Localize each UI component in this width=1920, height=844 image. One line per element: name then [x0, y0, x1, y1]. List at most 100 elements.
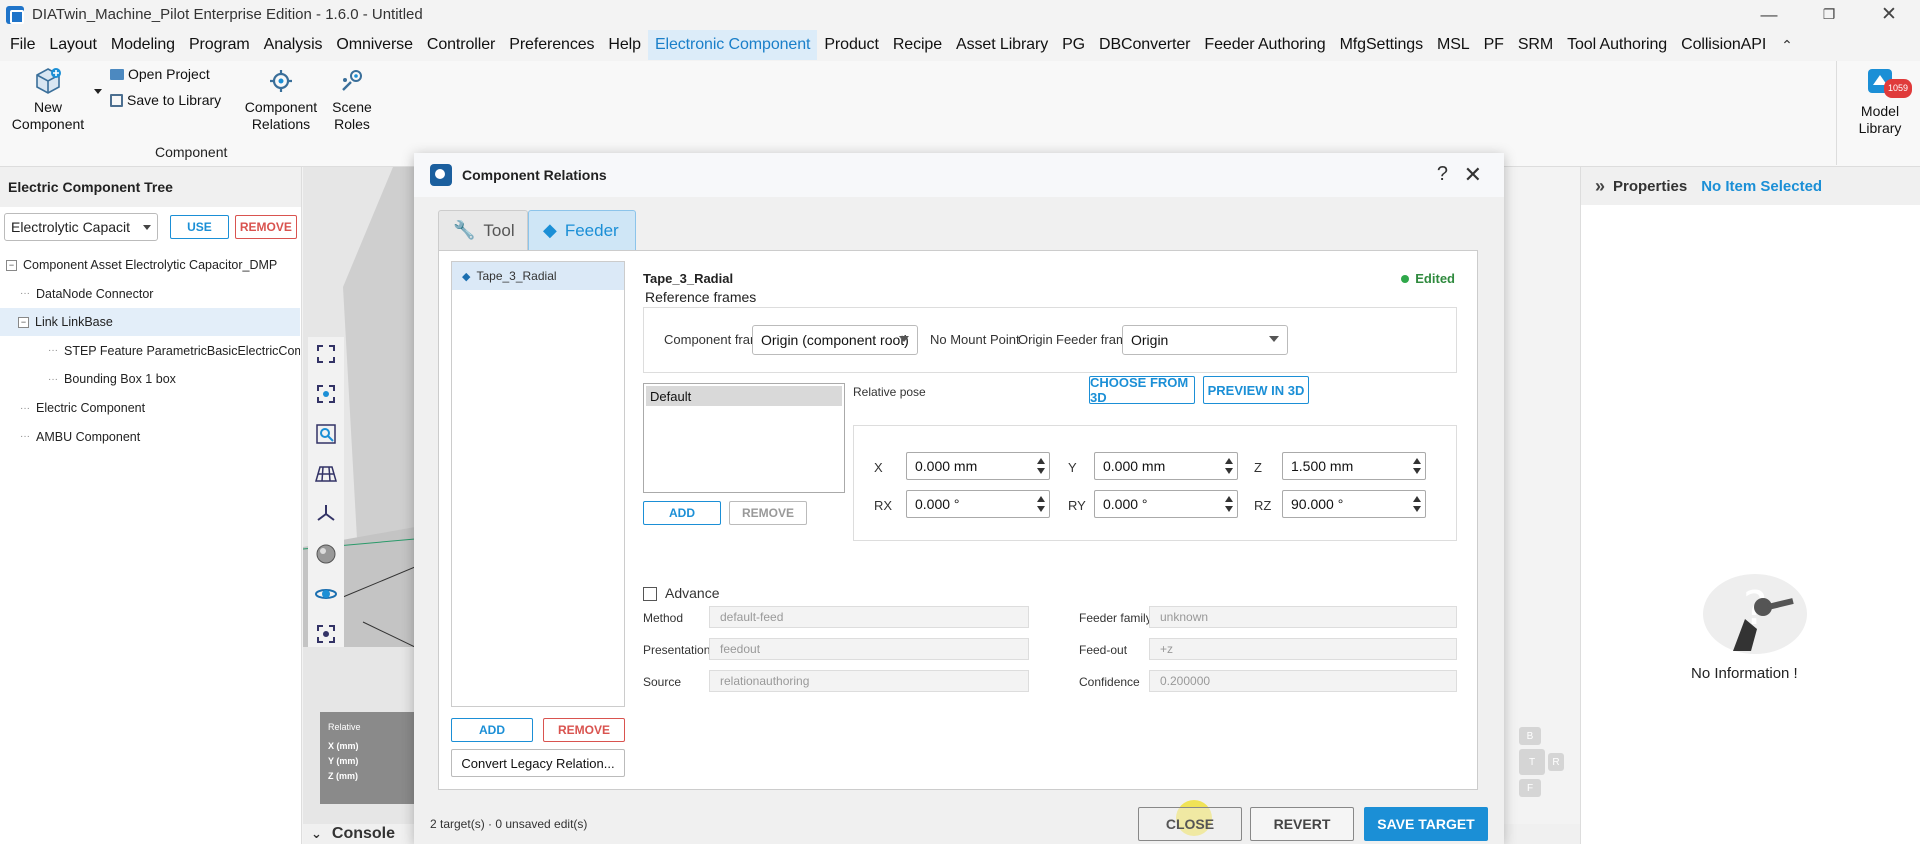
tree-node[interactable]: ··· Bounding Box 1 box: [0, 365, 300, 393]
scene-roles-button[interactable]: Scene Roles: [326, 65, 378, 133]
menu-item-tool-authoring[interactable]: Tool Authoring: [1560, 30, 1674, 60]
dialog-status-line: 2 target(s) · 0 unsaved edit(s): [430, 817, 588, 831]
minimize-button[interactable]: —: [1746, 0, 1792, 29]
tree-node[interactable]: − Link LinkBase: [0, 308, 300, 337]
advance-checkbox[interactable]: [643, 587, 657, 601]
menu-item-dbconverter[interactable]: DBConverter: [1092, 30, 1197, 60]
view-cube[interactable]: B T R F: [1504, 727, 1564, 813]
view-front-button[interactable]: F: [1519, 779, 1541, 797]
menu-item-omniverse[interactable]: Omniverse: [329, 30, 419, 60]
tree-node[interactable]: ··· AMBU Component: [0, 423, 300, 451]
menu-item-modeling[interactable]: Modeling: [104, 30, 182, 60]
tree-connector-icon: ···: [48, 373, 58, 385]
menu-item-msl[interactable]: MSL: [1430, 30, 1477, 60]
dropdown-arrow-icon[interactable]: [94, 89, 102, 94]
z-input[interactable]: 1.500 mm: [1282, 452, 1426, 480]
scene-roles-label: Scene Roles: [332, 99, 372, 132]
collapse-toggle-icon[interactable]: −: [18, 316, 29, 328]
grid-icon[interactable]: [311, 459, 341, 489]
choose-from-3d-button[interactable]: CHOOSE FROM 3D: [1089, 375, 1195, 405]
menu-item-mfgsettings[interactable]: MfgSettings: [1333, 30, 1430, 60]
tree-node[interactable]: ··· STEP Feature ParametricBasicElectricC…: [0, 337, 300, 365]
component-select[interactable]: Electrolytic Capacit: [4, 213, 159, 241]
remove-button[interactable]: REMOVE: [234, 215, 298, 239]
rx-input[interactable]: 0.000 °: [906, 490, 1050, 518]
save-to-library-button[interactable]: Save to Library: [110, 92, 221, 108]
no-mount-point-label: No Mount Point: [930, 332, 1020, 347]
rz-input[interactable]: 90.000 °: [1282, 490, 1426, 518]
view-back-button[interactable]: B: [1519, 727, 1541, 745]
add-pose-button[interactable]: ADD: [643, 501, 721, 525]
open-project-button[interactable]: Open Project: [110, 66, 210, 82]
menu-item-analysis[interactable]: Analysis: [257, 30, 330, 60]
target-name: Tape_3_Radial: [476, 269, 557, 283]
tree-node[interactable]: ··· DataNode Connector: [0, 280, 300, 308]
component-frame-value: Origin (component root): [761, 332, 909, 348]
fit-all-icon[interactable]: [311, 339, 341, 369]
new-component-button[interactable]: New Component: [10, 65, 86, 133]
axes-icon[interactable]: [311, 499, 341, 529]
tree-node-label: DataNode Connector: [36, 286, 154, 301]
menu-item-pf[interactable]: PF: [1477, 30, 1511, 60]
menu-item-layout[interactable]: Layout: [42, 30, 103, 60]
collapse-toggle-icon[interactable]: −: [6, 259, 17, 271]
no-info-illustration-icon: ?: [1693, 569, 1823, 664]
menu-item-electronic-component[interactable]: Electronic Component: [647, 30, 818, 60]
orbit-icon[interactable]: [311, 579, 341, 609]
app-logo-icon: [6, 5, 24, 24]
zoom-icon[interactable]: [311, 419, 341, 449]
menu-item-feeder-authoring[interactable]: Feeder Authoring: [1197, 30, 1332, 60]
ry-input[interactable]: 0.000 °: [1094, 490, 1238, 518]
menu-item-srm[interactable]: SRM: [1511, 30, 1560, 60]
menu-item-file[interactable]: File: [3, 30, 42, 60]
convert-legacy-relation-button[interactable]: Convert Legacy Relation...: [451, 749, 625, 777]
close-button[interactable]: CLOSE: [1138, 807, 1242, 841]
close-window-button[interactable]: ✕: [1866, 0, 1912, 29]
shading-sphere-icon[interactable]: [311, 539, 341, 569]
y-label: Y: [1068, 460, 1077, 475]
tree-node[interactable]: − Component Asset Electrolytic Capacitor_…: [0, 251, 300, 279]
menu-item-recipe[interactable]: Recipe: [886, 30, 949, 60]
x-input[interactable]: 0.000 mm: [906, 452, 1050, 480]
help-icon[interactable]: ?: [1437, 163, 1448, 186]
model-library-button[interactable]: 1059 Model Library: [1852, 61, 1912, 137]
3d-viewport[interactable]: Relative X (mm) Y (mm) Z (mm): [303, 167, 418, 844]
double-chevron-right-icon[interactable]: »: [1595, 176, 1605, 197]
target-list-item[interactable]: ◆ Tape_3_Radial: [452, 262, 624, 290]
pose-list-item[interactable]: Default: [646, 386, 842, 406]
edited-status-label: Edited: [1415, 271, 1455, 286]
tab-feeder[interactable]: ◆ Feeder: [528, 210, 636, 250]
menu-item-product[interactable]: Product: [817, 30, 885, 60]
remove-target-button[interactable]: REMOVE: [543, 718, 625, 742]
menu-item-asset-library[interactable]: Asset Library: [949, 30, 1055, 60]
focus-icon[interactable]: [311, 619, 341, 649]
scene-roles-icon: [336, 65, 368, 97]
menu-item-preferences[interactable]: Preferences: [502, 30, 601, 60]
no-information-text: No Information !: [1691, 665, 1798, 682]
view-right-button[interactable]: R: [1548, 753, 1564, 771]
close-icon[interactable]: ✕: [1464, 162, 1482, 188]
preview-in-3d-button[interactable]: PREVIEW IN 3D: [1203, 376, 1309, 404]
y-input[interactable]: 0.000 mm: [1094, 452, 1238, 480]
tree-node[interactable]: ··· Electric Component: [0, 394, 300, 422]
revert-button[interactable]: REVERT: [1250, 807, 1354, 841]
menu-item-pg[interactable]: PG: [1055, 30, 1092, 60]
menu-item-help[interactable]: Help: [601, 30, 648, 60]
component-relations-button[interactable]: Component Relations: [240, 65, 322, 133]
component-frame-select[interactable]: Origin (component root): [752, 325, 918, 355]
restore-button[interactable]: ❐: [1806, 0, 1852, 29]
remove-pose-button[interactable]: REMOVE: [729, 501, 807, 525]
menu-item-controller[interactable]: Controller: [420, 30, 502, 60]
view-top-button[interactable]: T: [1519, 749, 1545, 775]
folder-icon: [110, 68, 124, 80]
menu-item-program[interactable]: Program: [182, 30, 257, 60]
use-button[interactable]: USE: [170, 215, 229, 239]
tab-tool[interactable]: 🔧 Tool: [438, 210, 528, 250]
add-target-button[interactable]: ADD: [451, 718, 533, 742]
menu-item-collisionapi[interactable]: CollisionAPI: [1674, 30, 1773, 60]
save-target-button[interactable]: SAVE TARGET: [1364, 807, 1488, 841]
tree-connector-icon: ···: [20, 402, 30, 414]
fit-selection-icon[interactable]: [311, 379, 341, 409]
feeder-frame-select[interactable]: Origin: [1122, 325, 1288, 355]
collapse-ribbon-icon[interactable]: ⌃: [1773, 37, 1801, 54]
